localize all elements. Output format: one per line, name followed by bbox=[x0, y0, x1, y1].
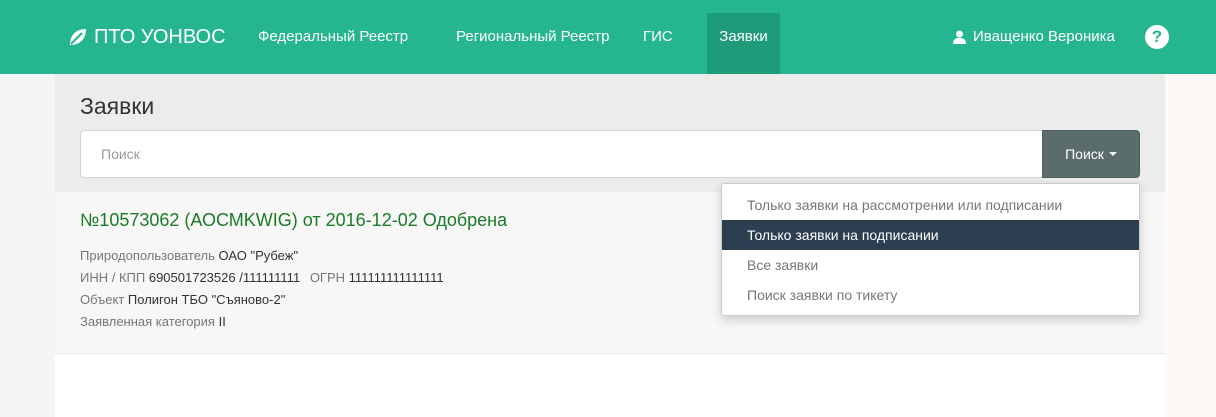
nav-gis[interactable]: ГИС bbox=[643, 24, 673, 50]
field-category-label: Заявленная категория bbox=[80, 314, 215, 329]
field-inn: ИНН / КПП 690501723526 /111111111 ОГРН 1… bbox=[80, 270, 444, 285]
search-input[interactable] bbox=[80, 130, 1042, 178]
search-button-label: Поиск bbox=[1065, 146, 1104, 162]
field-user-label: Природопользователь bbox=[80, 248, 215, 263]
nav-requests-label: Заявки bbox=[719, 28, 768, 45]
search-button[interactable]: Поиск bbox=[1042, 130, 1140, 178]
field-ogrn-value: 111111111111111 bbox=[348, 270, 444, 285]
dropdown-item-by-ticket[interactable]: Поиск заявки по тикету bbox=[722, 280, 1139, 310]
search-dropdown-menu: Только заявки на рассмотрении или подпис… bbox=[721, 183, 1140, 316]
caret-down-icon bbox=[1108, 152, 1117, 156]
help-icon[interactable]: ? bbox=[1145, 25, 1169, 49]
user-icon bbox=[953, 30, 966, 44]
nav-federal-registry[interactable]: Федеральный Реестр bbox=[258, 24, 408, 50]
leaf-icon bbox=[70, 29, 86, 45]
field-inn-value: 690501723526 /111111111 bbox=[148, 270, 301, 285]
field-user-value: ОАО "Рубеж" bbox=[218, 248, 299, 263]
brand-link[interactable]: ПТО УОНВОС bbox=[68, 24, 226, 50]
field-object-label: Объект bbox=[80, 292, 125, 307]
field-category-value: II bbox=[218, 314, 226, 329]
top-navbar: ПТО УОНВОС Федеральный Реестр Региональн… bbox=[0, 0, 1216, 74]
left-margin bbox=[0, 74, 55, 417]
field-category: Заявленная категория II bbox=[80, 314, 226, 329]
field-inn-label: ИНН / КПП bbox=[80, 270, 146, 285]
dropdown-item-review-or-signing[interactable]: Только заявки на рассмотрении или подпис… bbox=[722, 190, 1139, 220]
nav-regional-registry[interactable]: Региональный Реестр bbox=[456, 24, 609, 50]
result-title-link[interactable]: №10573062 (АОСМKWIG) от 2016-12-02 Одобр… bbox=[80, 210, 507, 231]
page-title: Заявки bbox=[80, 93, 155, 119]
field-ogrn-label: ОГРН bbox=[309, 270, 346, 285]
right-margin bbox=[1165, 74, 1216, 417]
dropdown-item-all[interactable]: Все заявки bbox=[722, 250, 1139, 280]
user-name: Иващенко Вероника bbox=[973, 28, 1115, 45]
field-user: Природопользователь ОАО "Рубеж" bbox=[80, 248, 298, 263]
brand-title: ПТО УОНВОС bbox=[94, 25, 226, 48]
dropdown-item-signing-only[interactable]: Только заявки на подписании bbox=[722, 220, 1139, 250]
nav-requests[interactable]: Заявки bbox=[707, 13, 780, 74]
field-object-value: Полигон ТБО "Съяново-2" bbox=[127, 292, 286, 307]
field-object: Объект Полигон ТБО "Съяново-2" bbox=[80, 292, 285, 307]
user-menu[interactable]: Иващенко Вероника bbox=[953, 24, 1115, 50]
content-area bbox=[55, 355, 1165, 417]
